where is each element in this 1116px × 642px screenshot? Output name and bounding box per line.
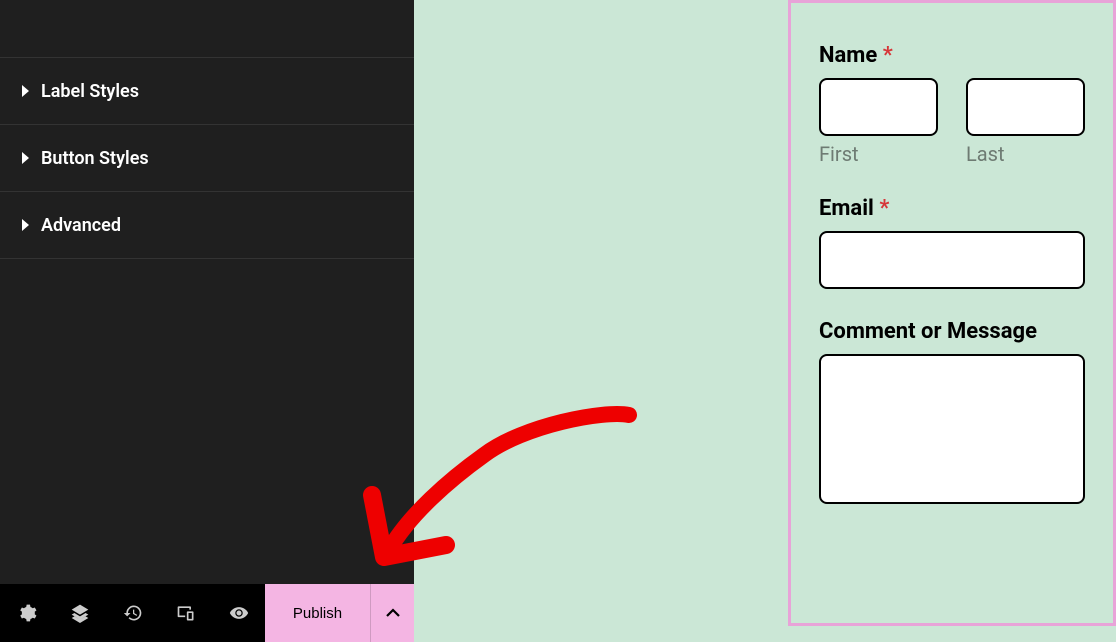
responsive-button[interactable] (159, 584, 212, 642)
required-asterisk: * (879, 196, 889, 221)
email-label: Email * (819, 196, 1085, 221)
message-textarea[interactable] (819, 354, 1085, 504)
caret-right-icon (22, 219, 29, 231)
publish-button[interactable]: Publish (265, 584, 370, 642)
preview-canvas[interactable]: Name * First Last Email * Comment or Mes… (414, 0, 1116, 642)
email-label-text: Email (819, 196, 874, 221)
required-asterisk: * (883, 43, 893, 68)
caret-right-icon (22, 85, 29, 97)
sidebar-header-spacer (0, 0, 414, 58)
preview-button[interactable] (212, 584, 265, 642)
editor-sidebar: Label Styles Button Styles Advanced (0, 0, 414, 642)
panel-label: Label Styles (41, 81, 139, 102)
panel-label: Advanced (41, 215, 121, 236)
name-field-row: First Last (819, 78, 1085, 166)
chevron-up-icon (386, 606, 400, 620)
sidebar-panels: Label Styles Button Styles Advanced (0, 0, 414, 584)
gear-icon (17, 603, 37, 623)
history-button[interactable] (106, 584, 159, 642)
name-label: Name * (819, 43, 1085, 68)
last-name-col: Last (966, 78, 1085, 166)
settings-button[interactable] (0, 584, 53, 642)
eye-icon (229, 603, 249, 623)
panel-label-styles[interactable]: Label Styles (0, 58, 414, 125)
first-name-col: First (819, 78, 938, 166)
layers-icon (70, 603, 90, 623)
email-input[interactable] (819, 231, 1085, 289)
message-label: Comment or Message (819, 319, 1085, 344)
responsive-icon (176, 603, 196, 623)
panel-label: Button Styles (41, 148, 149, 169)
form-widget[interactable]: Name * First Last Email * Comment or Mes… (788, 0, 1116, 626)
caret-right-icon (22, 152, 29, 164)
last-name-input[interactable] (966, 78, 1085, 136)
panel-button-styles[interactable]: Button Styles (0, 125, 414, 192)
first-name-input[interactable] (819, 78, 938, 136)
name-label-text: Name (819, 43, 877, 68)
editor-bottom-bar: Publish (0, 584, 414, 642)
navigator-button[interactable] (53, 584, 106, 642)
publish-label: Publish (293, 605, 342, 622)
panel-advanced[interactable]: Advanced (0, 192, 414, 259)
publish-options-button[interactable] (370, 584, 414, 642)
last-sublabel: Last (966, 142, 1085, 166)
first-sublabel: First (819, 142, 938, 166)
history-icon (123, 603, 143, 623)
